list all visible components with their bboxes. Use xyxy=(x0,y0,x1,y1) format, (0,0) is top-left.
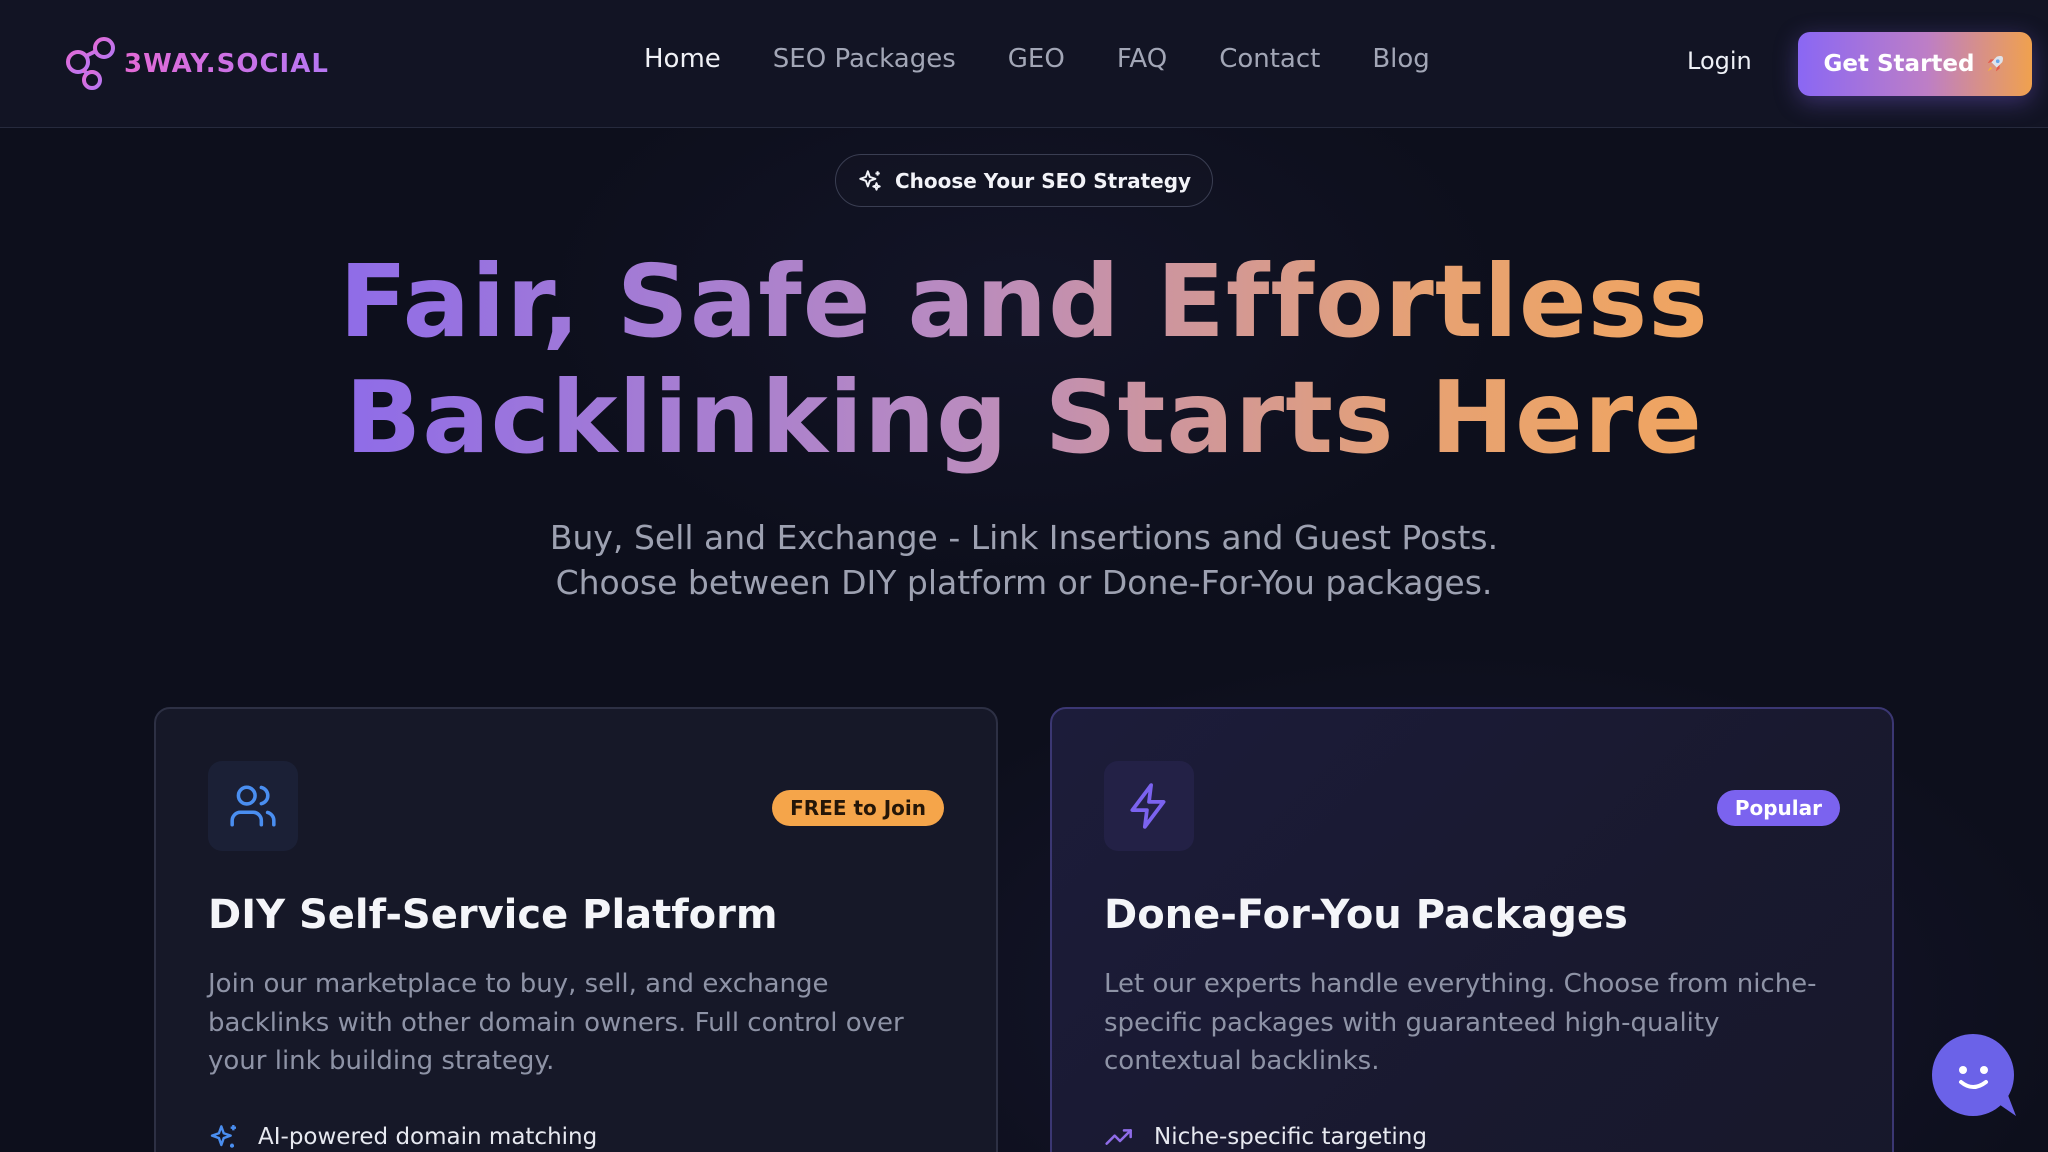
nav-link-geo[interactable]: GEO xyxy=(1008,44,1065,74)
free-to-join-badge: FREE to Join xyxy=(772,790,944,826)
diy-card-description: Join our marketplace to buy, sell, and e… xyxy=(208,969,904,1076)
brand-name: 3WAY.SOCIAL xyxy=(124,49,329,79)
dfy-feature-label: Niche-specific targeting xyxy=(1154,1124,1427,1150)
diy-card-title: DIY Self-Service Platform xyxy=(208,892,778,938)
strategy-pill: Choose Your SEO Strategy xyxy=(835,154,1213,207)
hero-subtitle-line2: Choose between DIY platform or Done-For-… xyxy=(555,563,1493,602)
users-icon xyxy=(230,785,276,827)
strategy-pill-label: Choose Your SEO Strategy xyxy=(894,168,1192,193)
popular-badge: Popular xyxy=(1716,790,1840,826)
diy-feature-item: AI-powered domain matching xyxy=(208,1121,597,1152)
hero-subtitle-line1: Buy, Sell and Exchange - Link Insertions… xyxy=(549,518,1499,557)
sparkles-icon xyxy=(210,1125,236,1148)
brand-logo[interactable]: 3WAY.SOCIAL xyxy=(64,36,329,92)
get-started-label: Get Started xyxy=(1823,51,1975,77)
diy-card-icon-box xyxy=(208,761,298,851)
nav-link-seo-packages[interactable]: SEO Packages xyxy=(773,44,956,74)
get-started-button[interactable]: Get Started xyxy=(1798,32,2032,96)
nav-link-blog[interactable]: Blog xyxy=(1372,44,1429,74)
dfy-card-icon-box xyxy=(1104,761,1194,851)
chat-bubble-icon xyxy=(1932,1034,2016,1116)
main-nav: Home SEO Packages GEO FAQ Contact Blog xyxy=(644,44,1430,74)
diy-platform-card[interactable]: FREE to Join DIY Self-Service Platform J… xyxy=(154,707,998,1152)
nav-link-home[interactable]: Home xyxy=(644,44,721,74)
diy-feature-label: AI-powered domain matching xyxy=(258,1124,598,1150)
nav-link-faq[interactable]: FAQ xyxy=(1117,44,1167,74)
login-link[interactable]: Login xyxy=(1687,47,1752,75)
dfy-feature-item: Niche-specific targeting xyxy=(1104,1121,1427,1152)
hero-subtitle: Buy, Sell and Exchange - Link Insertions… xyxy=(0,515,2048,605)
top-navbar: 3WAY.SOCIAL Home SEO Packages GEO FAQ Co… xyxy=(0,0,2048,128)
done-for-you-card[interactable]: Popular Done-For-You Packages Let our ex… xyxy=(1050,707,1894,1152)
dfy-card-description: Let our experts handle everything. Choos… xyxy=(1104,969,1817,1076)
hero-headline-line2: Backlinking Starts Here xyxy=(344,359,1703,476)
nav-link-contact[interactable]: Contact xyxy=(1219,44,1320,74)
lightning-icon xyxy=(1130,783,1166,829)
trending-up-icon xyxy=(1105,1129,1132,1145)
hero-headline-line1: Fair, Safe and Effortless xyxy=(339,243,1709,360)
chat-widget-button[interactable] xyxy=(1932,1034,2018,1118)
rocket-icon xyxy=(1988,55,2004,72)
dfy-card-title: Done-For-You Packages xyxy=(1104,892,1628,938)
hero-headline: Fair, Safe and Effortless Backlinking St… xyxy=(0,244,2048,476)
brand-logo-icon xyxy=(66,37,115,90)
sparkles-icon xyxy=(859,169,881,191)
